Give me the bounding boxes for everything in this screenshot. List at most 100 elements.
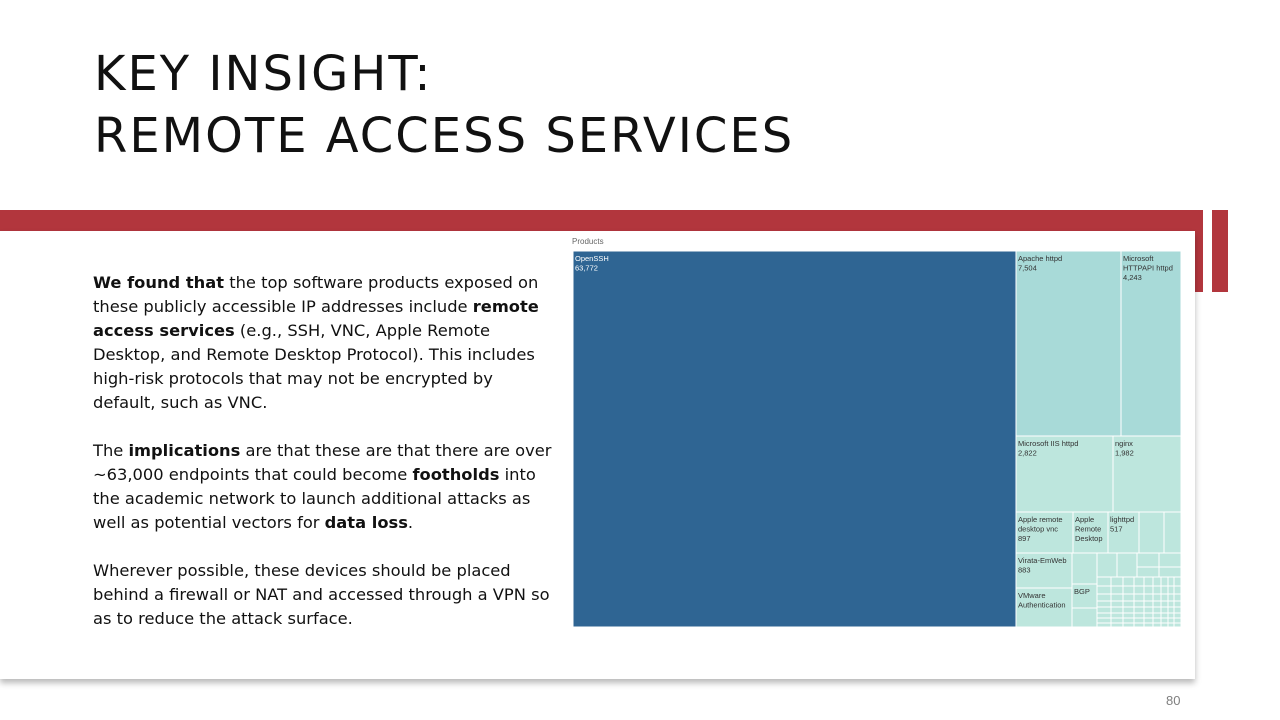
- treemap-cell-small-37: [1133, 600, 1145, 608]
- paragraph-findings: We found that the top software products …: [93, 271, 553, 415]
- treemap-cell-microsoft-httpapi-httpd-label: 4,243: [1123, 273, 1142, 282]
- paragraph-implications: The implications are that these are that…: [93, 439, 553, 535]
- treemap-cell-small-71: [1167, 612, 1175, 619]
- treemap-cell-small-68: [1167, 593, 1175, 602]
- treemap-cell-small-67: [1167, 585, 1175, 595]
- treemap-cell-microsoft-iis-httpd-label: 2,822: [1018, 449, 1037, 458]
- bold-text-run: footholds: [412, 465, 500, 484]
- treemap-cell-small-42: [1143, 576, 1154, 587]
- treemap-cell-vmware-authentication-label: VMware: [1018, 591, 1046, 600]
- treemap-cell-small-27: [1122, 585, 1135, 595]
- treemap-cell-small-59: [1160, 585, 1169, 595]
- treemap-cell-lighttpd-label: 517: [1110, 525, 1123, 534]
- treemap-cell-small-17: [1096, 622, 1112, 627]
- treemap-cell-bgp-label: BGP: [1074, 587, 1090, 596]
- treemap-cell-small-7: [1136, 566, 1160, 578]
- treemap-cell-small-65: [1160, 622, 1169, 627]
- treemap-cell-small-78: [1173, 606, 1181, 614]
- treemap-cell-small-50: [1152, 576, 1162, 587]
- treemap-title: Products: [572, 237, 604, 246]
- treemap-cell-small-73: [1167, 622, 1175, 627]
- treemap-cell-small-16: [1096, 617, 1112, 624]
- treemap-cell-small-22: [1110, 606, 1124, 614]
- treemap-cell-small-51: [1152, 585, 1162, 595]
- treemap-cell-small-3: [1096, 552, 1118, 578]
- treemap-cell-small-25: [1110, 622, 1124, 627]
- bold-text-run: We found that: [93, 273, 225, 292]
- treemap-cell-small-75: [1173, 585, 1181, 595]
- treemap-cell-small-21: [1110, 600, 1124, 608]
- treemap-cell-small-66: [1167, 576, 1175, 587]
- treemap-cell-openssh: [573, 251, 1017, 627]
- treemap-cell-small-33: [1122, 622, 1135, 627]
- treemap-cell-small-63: [1160, 612, 1169, 619]
- treemap-cell-small-19: [1110, 585, 1124, 595]
- treemap-cell-microsoft-httpapi-httpd-label: Microsoft: [1123, 254, 1154, 263]
- treemap-cell-lighttpd-label: lighttpd: [1110, 515, 1134, 524]
- treemap-cell-apple-remote-desktop-vnc-label: 897: [1018, 534, 1031, 543]
- treemap-cell-small-77: [1173, 600, 1181, 608]
- treemap-cell-small-41: [1133, 622, 1145, 627]
- treemap-cell-microsoft-httpapi-httpd-label: HTTPAPI httpd: [1123, 264, 1173, 273]
- treemap-cell-microsoft-iis-httpd-label: Microsoft IIS httpd: [1018, 439, 1078, 448]
- treemap-cell-small-36: [1133, 593, 1145, 602]
- text-run: The: [93, 441, 129, 460]
- treemap-cell-apache-httpd: [1015, 251, 1122, 437]
- treemap-cell-apple-remote-desktop-vnc-label: desktop vnc: [1018, 525, 1058, 534]
- treemap-cell-small-20: [1110, 593, 1124, 602]
- treemap-cell-small-15: [1096, 612, 1112, 619]
- body-text: We found that the top software products …: [93, 271, 553, 655]
- treemap-cell-small-10: [1096, 576, 1112, 587]
- treemap-cell-small-57: [1152, 622, 1162, 627]
- treemap-cell-small-26: [1122, 576, 1135, 587]
- bold-text-run: data loss: [324, 513, 408, 532]
- bold-text-run: implications: [128, 441, 241, 460]
- treemap-cell-small-35: [1133, 585, 1145, 595]
- treemap-cell-small-43: [1143, 585, 1154, 595]
- treemap-cell-small-49: [1143, 622, 1154, 627]
- treemap-cell-small-60: [1160, 593, 1169, 602]
- treemap-cell-small-8: [1158, 566, 1181, 578]
- treemap-cell-small-53: [1152, 600, 1162, 608]
- treemap-cell-small-23: [1110, 612, 1124, 619]
- treemap-cell-small-29: [1122, 600, 1135, 608]
- text-run: Wherever possible, these devices should …: [93, 561, 550, 628]
- treemap-cell-apple-remote-desktop-label: Desktop: [1075, 534, 1103, 543]
- treemap-cell-small-54: [1152, 606, 1162, 614]
- treemap-cell-small-11: [1096, 585, 1112, 595]
- treemap-cell-small-70: [1167, 606, 1175, 614]
- treemap-cell-virata-emweb-label: Virata-EmWeb: [1018, 556, 1067, 565]
- treemap-cell-small-47: [1143, 612, 1154, 619]
- treemap-cell-small-62: [1160, 606, 1169, 614]
- treemap-cell-small-30: [1122, 606, 1135, 614]
- treemap-cell-small-56: [1152, 617, 1162, 624]
- slide-title-line-2: REMOTE ACCESS SERVICES: [94, 108, 795, 164]
- treemap-cell-small-55: [1152, 612, 1162, 619]
- treemap-cell-small-81: [1173, 622, 1181, 627]
- treemap-cell-small-34: [1133, 576, 1145, 587]
- accent-band: [0, 210, 1203, 231]
- treemap-cell-small-72: [1167, 617, 1175, 624]
- treemap-cell-small-5: [1136, 552, 1160, 568]
- treemap-cell-small-80: [1173, 617, 1181, 624]
- treemap-cell-small-31: [1122, 612, 1135, 619]
- treemap-cell-small-4: [1116, 552, 1138, 578]
- treemap-cell-small-14: [1096, 606, 1112, 614]
- treemap-cell-small-74: [1173, 576, 1181, 587]
- treemap-cell-apple-remote-desktop-label: Apple: [1075, 515, 1094, 524]
- text-run: .: [407, 513, 414, 532]
- treemap-cell-small-52: [1152, 593, 1162, 602]
- treemap-cell-small-38: [1133, 606, 1145, 614]
- slide-title-line-1: KEY INSIGHT:: [94, 46, 433, 102]
- treemap-cell-small-76: [1173, 593, 1181, 602]
- treemap-cell-small-58: [1160, 576, 1169, 587]
- treemap-cell-small-18: [1110, 576, 1124, 587]
- accent-band-side-left: [1194, 210, 1203, 292]
- treemap-cell-vmware-authentication-label: Authentication: [1018, 601, 1066, 610]
- paragraph-recommendation: Wherever possible, these devices should …: [93, 559, 553, 631]
- treemap-cell-virata-emweb-label: 883: [1018, 566, 1031, 575]
- treemap-chart: OpenSSH63,772 Apache httpd7,504 MicrosoftH…: [573, 251, 1181, 627]
- treemap-cell-nginx-label: 1,982: [1115, 449, 1134, 458]
- treemap-cell-small-9: [1071, 607, 1098, 627]
- treemap-cell-small-79: [1173, 612, 1181, 619]
